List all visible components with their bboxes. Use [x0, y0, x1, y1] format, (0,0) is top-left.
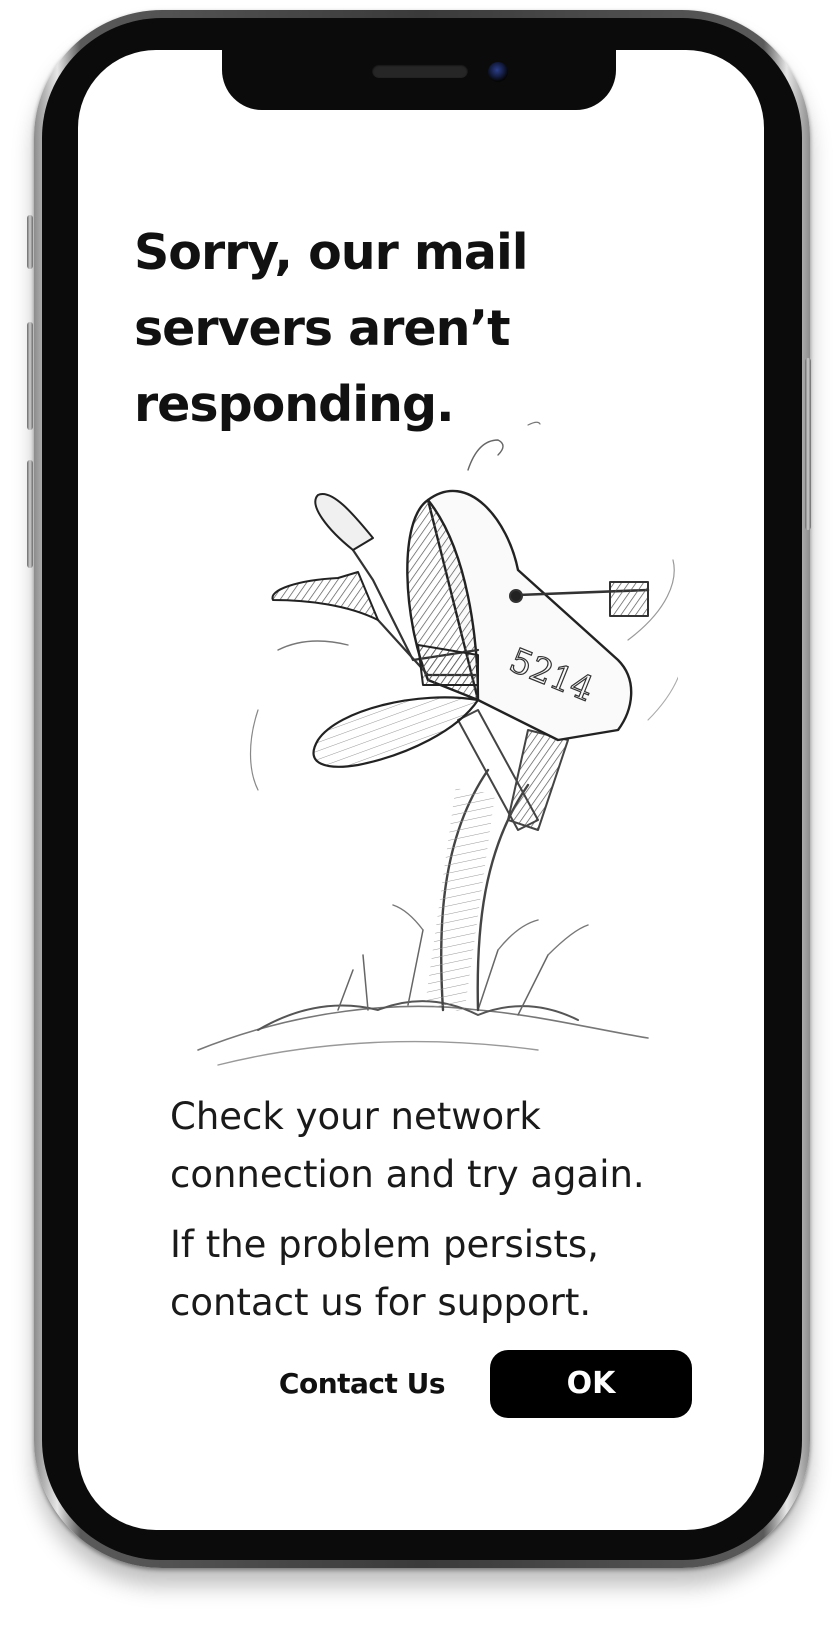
power-button: [805, 358, 811, 530]
earpiece-speaker: [372, 64, 468, 78]
mute-switch: [27, 215, 33, 269]
contact-us-button[interactable]: Contact Us: [262, 1350, 462, 1418]
front-camera-icon: [488, 62, 508, 82]
ok-button[interactable]: OK: [490, 1350, 692, 1418]
dialog-actions: Contact Us OK: [78, 1350, 764, 1420]
dialog-title: Sorry, our mail servers aren’t respondin…: [134, 224, 529, 433]
screen: Sorry, our mail servers aren’t respondin…: [78, 50, 764, 1530]
notch: [222, 50, 616, 110]
support-hint-text: If the problem persists, contact us for …: [170, 1223, 599, 1324]
network-hint-text: Check your network connection and try ag…: [170, 1095, 645, 1196]
volume-down-button: [27, 460, 33, 568]
mailbox-illustration: 5214: [197, 421, 678, 1066]
volume-up-button: [27, 322, 33, 430]
dialog-message: Check your network connection and try ag…: [170, 1088, 730, 1344]
